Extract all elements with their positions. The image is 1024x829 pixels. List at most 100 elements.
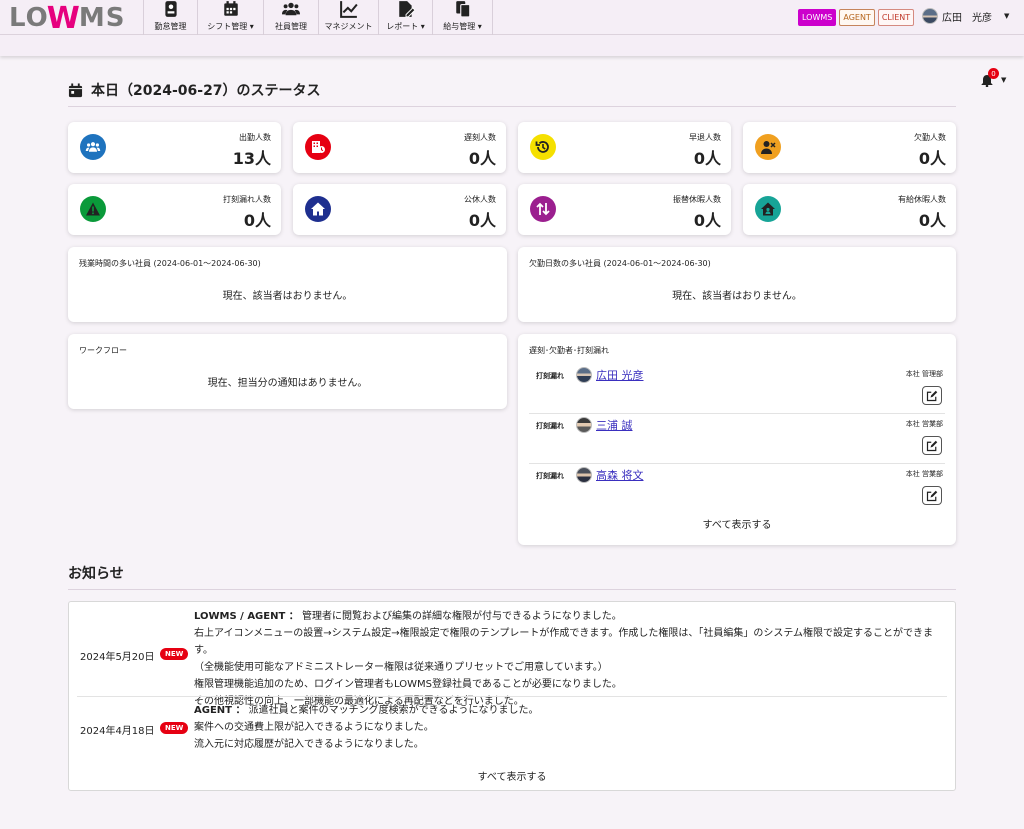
empty-message: 現在、該当者はおりません。 [222, 291, 353, 302]
main-nav: 勤怠管理 シフト管理 ▾ 社員管理 マネジメント レポート ▾ 給与管理 ▾ [143, 0, 493, 35]
edit-icon [926, 390, 938, 401]
show-all-link[interactable]: すべて表示する [518, 516, 956, 531]
user-name: 広田 光彦 [942, 12, 992, 24]
copy-icon [455, 1, 470, 18]
id-card-icon [164, 1, 177, 17]
avatar [922, 8, 938, 24]
empty-message: 現在、該当者はおりません。 [672, 291, 802, 302]
stat-card-missed-punch[interactable]: 打刻漏れ人数 0人 [68, 184, 281, 235]
stat-card-late[interactable]: 遅刻人数 0人 [293, 122, 506, 173]
nav-employees[interactable]: 社員管理 [263, 0, 318, 35]
department: 本社 管理部 [905, 370, 943, 378]
stat-value: 13人 [232, 149, 271, 168]
users-icon [80, 134, 106, 160]
status-section-title: 本日（2024-06-27）のステータス [68, 80, 956, 107]
notice-date: 2024年5月20日 [80, 652, 155, 663]
calendar-day-icon [68, 82, 83, 97]
stat-value: 0人 [693, 211, 721, 230]
chevron-down-icon: ▼ [1001, 76, 1007, 84]
history-icon [530, 134, 556, 160]
department: 本社 営業部 [905, 470, 943, 478]
users-icon [282, 2, 300, 16]
sub-navbar: 0 ▼ [0, 35, 1024, 88]
lowms-logo[interactable]: LO W MS [9, 1, 125, 36]
new-badge: NEW [160, 722, 189, 734]
stat-value: 0人 [243, 211, 271, 230]
notice-body: AGENT ： 派遣社員と案件のマッチング度検索ができるようになりました。 案件… [194, 705, 539, 750]
stat-card-absent[interactable]: 欠勤人数 0人 [743, 122, 956, 173]
panel-title: ワークフロー [79, 346, 127, 355]
list-item: 打刻漏れ 三浦 誠 本社 営業部 [529, 414, 945, 464]
edit-button[interactable] [922, 386, 942, 405]
chevron-down-icon: ▼ [1004, 12, 1010, 20]
notice-item: 2024年5月20日 NEW LOWMS / AGENT ： 管理者に閲覧および… [77, 608, 947, 707]
absence-panel: 欠勤日数の多い社員 (2024-06-01〜2024-06-30) 現在、該当者… [518, 247, 956, 322]
avatar [576, 467, 592, 483]
stat-card-substitute-leave[interactable]: 振替休暇人数 0人 [518, 184, 731, 235]
notification-count-badge: 0 [988, 68, 999, 79]
issue-type: 打刻漏れ [536, 422, 564, 430]
stat-card-early-leave[interactable]: 早退人数 0人 [518, 122, 731, 173]
building-clock-icon [305, 134, 331, 160]
employee-link[interactable]: 三浦 誠 [596, 417, 633, 433]
nav-management[interactable]: マネジメント [318, 0, 378, 35]
notice-body: LOWMS / AGENT ： 管理者に閲覧および編集の詳細な権限が付与できるよ… [194, 611, 934, 707]
workflow-panel: ワークフロー 現在、担当分の通知はありません。 [68, 334, 507, 409]
stat-value: 0人 [468, 149, 496, 168]
panel-title: 残業時間の多い社員 (2024-06-01〜2024-06-30) [79, 259, 261, 268]
chart-line-icon [339, 1, 358, 18]
employee-link[interactable]: 広田 光彦 [596, 367, 644, 383]
divider [77, 696, 947, 697]
home-icon [305, 196, 331, 222]
tag-lowms[interactable]: LOWMS [798, 9, 837, 26]
swap-icon [530, 196, 556, 222]
edit-icon [926, 440, 938, 451]
department: 本社 営業部 [905, 420, 943, 428]
stat-value: 0人 [918, 211, 946, 230]
tag-agent[interactable]: AGENT [839, 9, 875, 26]
avatar [576, 367, 592, 383]
house-user-icon [755, 196, 781, 222]
chevron-down-icon: ▾ [249, 22, 254, 31]
stat-card-paid-leave[interactable]: 有給休暇人数 0人 [743, 184, 956, 235]
stat-card-public-holiday[interactable]: 公休人数 0人 [293, 184, 506, 235]
chevron-down-icon: ▾ [420, 22, 425, 31]
edit-icon [926, 490, 938, 501]
stat-value: 0人 [468, 211, 496, 230]
new-badge: NEW [160, 648, 189, 660]
edit-button[interactable] [922, 436, 942, 455]
avatar [576, 417, 592, 433]
notice-item: 2024年4月18日 NEW AGENT ： 派遣社員と案件のマッチング度検索が… [77, 702, 947, 756]
employee-link[interactable]: 高森 将文 [596, 467, 644, 483]
notices-panel: 2024年5月20日 NEW LOWMS / AGENT ： 管理者に閲覧および… [68, 601, 956, 791]
notice-date: 2024年4月18日 [80, 726, 155, 737]
user-x-icon [755, 134, 781, 160]
empty-message: 現在、担当分の通知はありません。 [207, 378, 368, 389]
nav-report[interactable]: レポート ▾ [378, 0, 432, 35]
show-all-link[interactable]: すべて表示する [69, 768, 955, 783]
issue-type: 打刻漏れ [536, 372, 564, 380]
warning-icon [80, 196, 106, 222]
chevron-down-icon: ▾ [477, 22, 482, 31]
list-item: 打刻漏れ 広田 光彦 本社 管理部 [529, 364, 945, 414]
stat-value: 0人 [918, 149, 946, 168]
file-edit-icon [398, 1, 415, 18]
notification-bell[interactable]: 0 ▼ [981, 68, 1006, 90]
issue-type: 打刻漏れ [536, 472, 564, 480]
stat-value: 0人 [693, 149, 721, 168]
nav-payroll[interactable]: 給与管理 ▾ [432, 0, 493, 35]
top-navbar: LO W MS 勤怠管理 シフト管理 ▾ 社員管理 マネジメント レポート ▾ 給与… [0, 0, 1024, 36]
product-tags: LOWMS AGENT CLIENT [798, 9, 915, 26]
nav-shift[interactable]: シフト管理 ▾ [197, 0, 263, 35]
tag-client[interactable]: CLIENT [877, 9, 915, 26]
user-menu[interactable]: 広田 光彦 ▼ [922, 8, 1009, 24]
edit-button[interactable] [922, 486, 942, 505]
nav-attendance[interactable]: 勤怠管理 [143, 0, 197, 35]
stat-card-present[interactable]: 出勤人数 13人 [68, 122, 281, 173]
calendar-icon [223, 1, 238, 16]
overtime-panel: 残業時間の多い社員 (2024-06-01〜2024-06-30) 現在、該当者… [68, 247, 507, 322]
panel-title: 欠勤日数の多い社員 (2024-06-01〜2024-06-30) [529, 259, 711, 268]
notices-section-title: お知らせ [68, 563, 956, 590]
attendance-issues-panel: 遅刻･欠勤者･打刻漏れ 打刻漏れ 広田 光彦 本社 管理部 打刻漏れ 三浦 誠 … [518, 334, 956, 545]
panel-title: 遅刻･欠勤者･打刻漏れ [529, 346, 609, 355]
